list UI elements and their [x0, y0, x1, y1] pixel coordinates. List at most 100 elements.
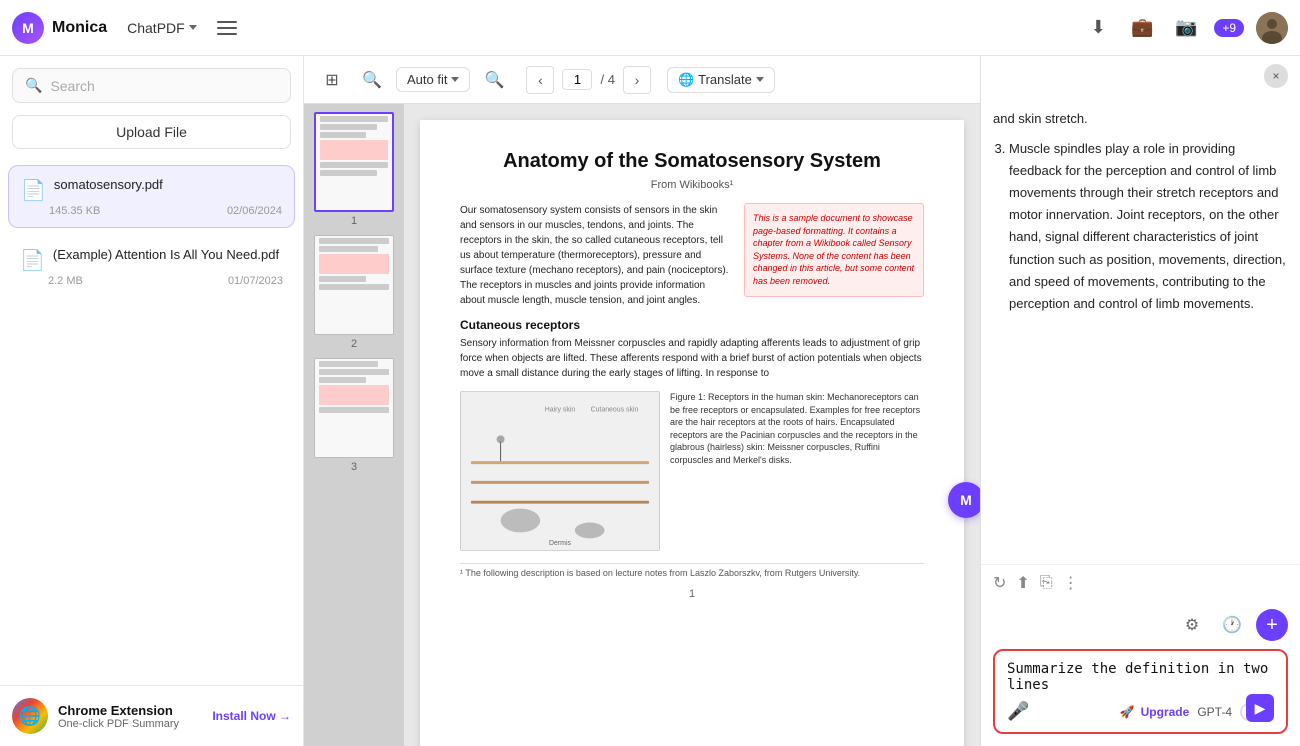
page-input[interactable] — [562, 69, 592, 90]
topbar-right: ⬇ 💼 📷 +9 — [1082, 12, 1288, 44]
chat-input-box: Summarize the definition in two lines 🎤 … — [993, 649, 1288, 734]
chat-text-intro: and skin stretch. — [993, 108, 1288, 130]
translate-button[interactable]: 🌐 Translate — [667, 67, 775, 93]
gpt-label: GPT-4 — [1197, 705, 1232, 719]
file-name: (Example) Attention Is All You Need.pdf — [53, 246, 279, 264]
pdf-content: 1 2 — [304, 104, 980, 746]
pdf-icon: 📄 — [21, 178, 46, 203]
thumb-img-3 — [314, 358, 394, 458]
copy-button[interactable]: ⎘ — [1040, 574, 1053, 592]
camera-icon[interactable]: 📷 — [1170, 12, 1202, 44]
chat-list-item-3: Muscle spindles play a role in providing… — [1009, 138, 1288, 315]
thumb-img-1 — [314, 112, 394, 212]
monica-avatar-float[interactable]: M — [948, 482, 980, 518]
refresh-button[interactable]: ↻ — [993, 573, 1006, 593]
prev-page-button[interactable]: ‹ — [526, 66, 554, 94]
chat-content: and skin stretch. Muscle spindles play a… — [981, 96, 1300, 564]
doc-title: Anatomy of the Somatosensory System — [460, 150, 924, 173]
file-item-top: 📄 (Example) Attention Is All You Need.pd… — [20, 246, 283, 273]
figure-1-caption: Figure 1: Receptors in the human skin: M… — [670, 391, 924, 551]
user-avatar[interactable] — [1256, 12, 1288, 44]
briefcase-icon[interactable]: 💼 — [1126, 12, 1158, 44]
doc-subtitle: From Wikibooks¹ — [460, 179, 924, 191]
doc-image-area: Hairy skin Cutaneous skin Dermis Figure … — [460, 391, 924, 551]
upload-file-button[interactable]: Upload File — [12, 115, 291, 149]
send-button[interactable]: ▶ — [1246, 694, 1274, 722]
skin-diagram-svg: Hairy skin Cutaneous skin Dermis — [461, 391, 659, 551]
file-item[interactable]: 📄 (Example) Attention Is All You Need.pd… — [8, 236, 295, 297]
chevron-down-icon — [189, 25, 197, 30]
main-layout: 🔍 Search Upload File 📄 somatosensory.pdf… — [0, 56, 1300, 746]
chat-tools: ⚙ 🕐 + — [993, 609, 1288, 641]
menu-icon[interactable] — [217, 18, 237, 38]
chatpdf-dropdown[interactable]: ChatPDF — [119, 16, 205, 40]
file-item[interactable]: 📄 somatosensory.pdf 145.35 KB 02/06/2024 — [8, 165, 295, 228]
search-icon: 🔍 — [25, 77, 42, 94]
thumbnail-num: 3 — [314, 461, 394, 473]
grid-view-icon[interactable]: ⊞ — [316, 64, 348, 96]
install-button[interactable]: Install Now → — [212, 709, 291, 723]
file-item-top: 📄 somatosensory.pdf — [21, 176, 282, 203]
page-total: / 4 — [600, 72, 614, 87]
chat-input[interactable]: Summarize the definition in two lines — [1007, 661, 1274, 693]
upgrade-icon: 🚀 — [1120, 705, 1135, 719]
zoom-out-icon[interactable]: 🔍 — [356, 64, 388, 96]
figure-1-diagram: Hairy skin Cutaneous skin Dermis — [460, 391, 660, 551]
file-name: somatosensory.pdf — [54, 176, 163, 194]
pdf-page-view: Anatomy of the Somatosensory System From… — [404, 104, 980, 746]
download-icon[interactable]: ⬇ — [1082, 12, 1114, 44]
chrome-extension-promo: 🌐 Chrome Extension One-click PDF Summary… — [0, 685, 303, 746]
history-icon[interactable]: 🕐 — [1216, 609, 1248, 641]
topbar: M Monica ChatPDF ⬇ 💼 📷 +9 — [0, 0, 1300, 56]
thumbnail-1[interactable]: 1 — [314, 112, 394, 227]
thumbnail-num: 2 — [314, 338, 394, 350]
upgrade-area: 🚀 Upgrade — [1120, 705, 1190, 719]
chevron-down-icon — [756, 77, 764, 82]
avatar-image — [1256, 12, 1288, 44]
chat-panel: × and skin stretch. Muscle spindles play… — [980, 56, 1300, 746]
chrome-icon: 🌐 — [12, 698, 48, 734]
pdf-icon: 📄 — [20, 248, 45, 273]
sidebar: 🔍 Search Upload File 📄 somatosensory.pdf… — [0, 56, 304, 746]
share-button[interactable]: ⬆ — [1016, 573, 1029, 593]
thumbnail-2[interactable]: 2 — [314, 235, 394, 350]
chrome-extension-text: Chrome Extension One-click PDF Summary — [58, 703, 179, 730]
next-page-button[interactable]: › — [623, 66, 651, 94]
chat-bottom: ⚙ 🕐 + Summarize the definition in two li… — [981, 601, 1300, 746]
doc-body-2: Sensory information from Meissner corpus… — [460, 336, 924, 381]
svg-text:Dermis: Dermis — [549, 540, 571, 547]
doc-note-box: This is a sample document to showcase pa… — [744, 203, 924, 297]
svg-text:Hairy skin: Hairy skin — [545, 407, 576, 414]
page-number: 1 — [460, 588, 924, 600]
close-button[interactable]: × — [1264, 64, 1288, 88]
upgrade-button[interactable]: Upgrade — [1141, 705, 1190, 719]
app-logo: M — [12, 12, 44, 44]
file-meta: 145.35 KB 02/06/2024 — [21, 205, 282, 217]
pdf-area: ⊞ 🔍 Auto fit 🔍 ‹ / 4 › 🌐 Translate — [304, 56, 980, 746]
file-meta: 2.2 MB 01/07/2023 — [20, 275, 283, 287]
thumbnail-3[interactable]: 3 — [314, 358, 394, 473]
search-bar[interactable]: 🔍 Search — [12, 68, 291, 103]
more-button[interactable]: ⋮ — [1063, 573, 1079, 593]
app-name: Monica — [52, 19, 107, 37]
thumb-img-2 — [314, 235, 394, 335]
doc-footnote: ¹ The following description is based on … — [460, 563, 924, 578]
thumbnail-num: 1 — [314, 215, 394, 227]
chat-actions: ↻ ⬆ ⎘ ⋮ — [981, 564, 1300, 601]
pdf-document: Anatomy of the Somatosensory System From… — [420, 120, 964, 746]
pdf-toolbar: ⊞ 🔍 Auto fit 🔍 ‹ / 4 › 🌐 Translate — [304, 56, 980, 104]
mic-button[interactable]: 🎤 — [1007, 701, 1029, 722]
chat-input-actions: 🎤 🚀 Upgrade GPT-4 ▶ — [1007, 701, 1274, 722]
settings-icon[interactable]: ⚙ — [1176, 609, 1208, 641]
chat-close-area: × — [981, 56, 1300, 96]
new-chat-button[interactable]: + — [1256, 609, 1288, 641]
chat-list: Muscle spindles play a role in providing… — [993, 138, 1288, 315]
fit-dropdown[interactable]: Auto fit — [396, 67, 470, 92]
search-input[interactable]: Search — [50, 78, 94, 94]
section-title-cutaneous: Cutaneous receptors — [460, 318, 924, 332]
chevron-down-icon — [451, 77, 459, 82]
zoom-in-icon[interactable]: 🔍 — [478, 64, 510, 96]
svg-text:Cutaneous skin: Cutaneous skin — [591, 407, 639, 414]
extension-badge[interactable]: +9 — [1214, 19, 1244, 37]
page-navigation: ‹ / 4 › — [526, 66, 650, 94]
